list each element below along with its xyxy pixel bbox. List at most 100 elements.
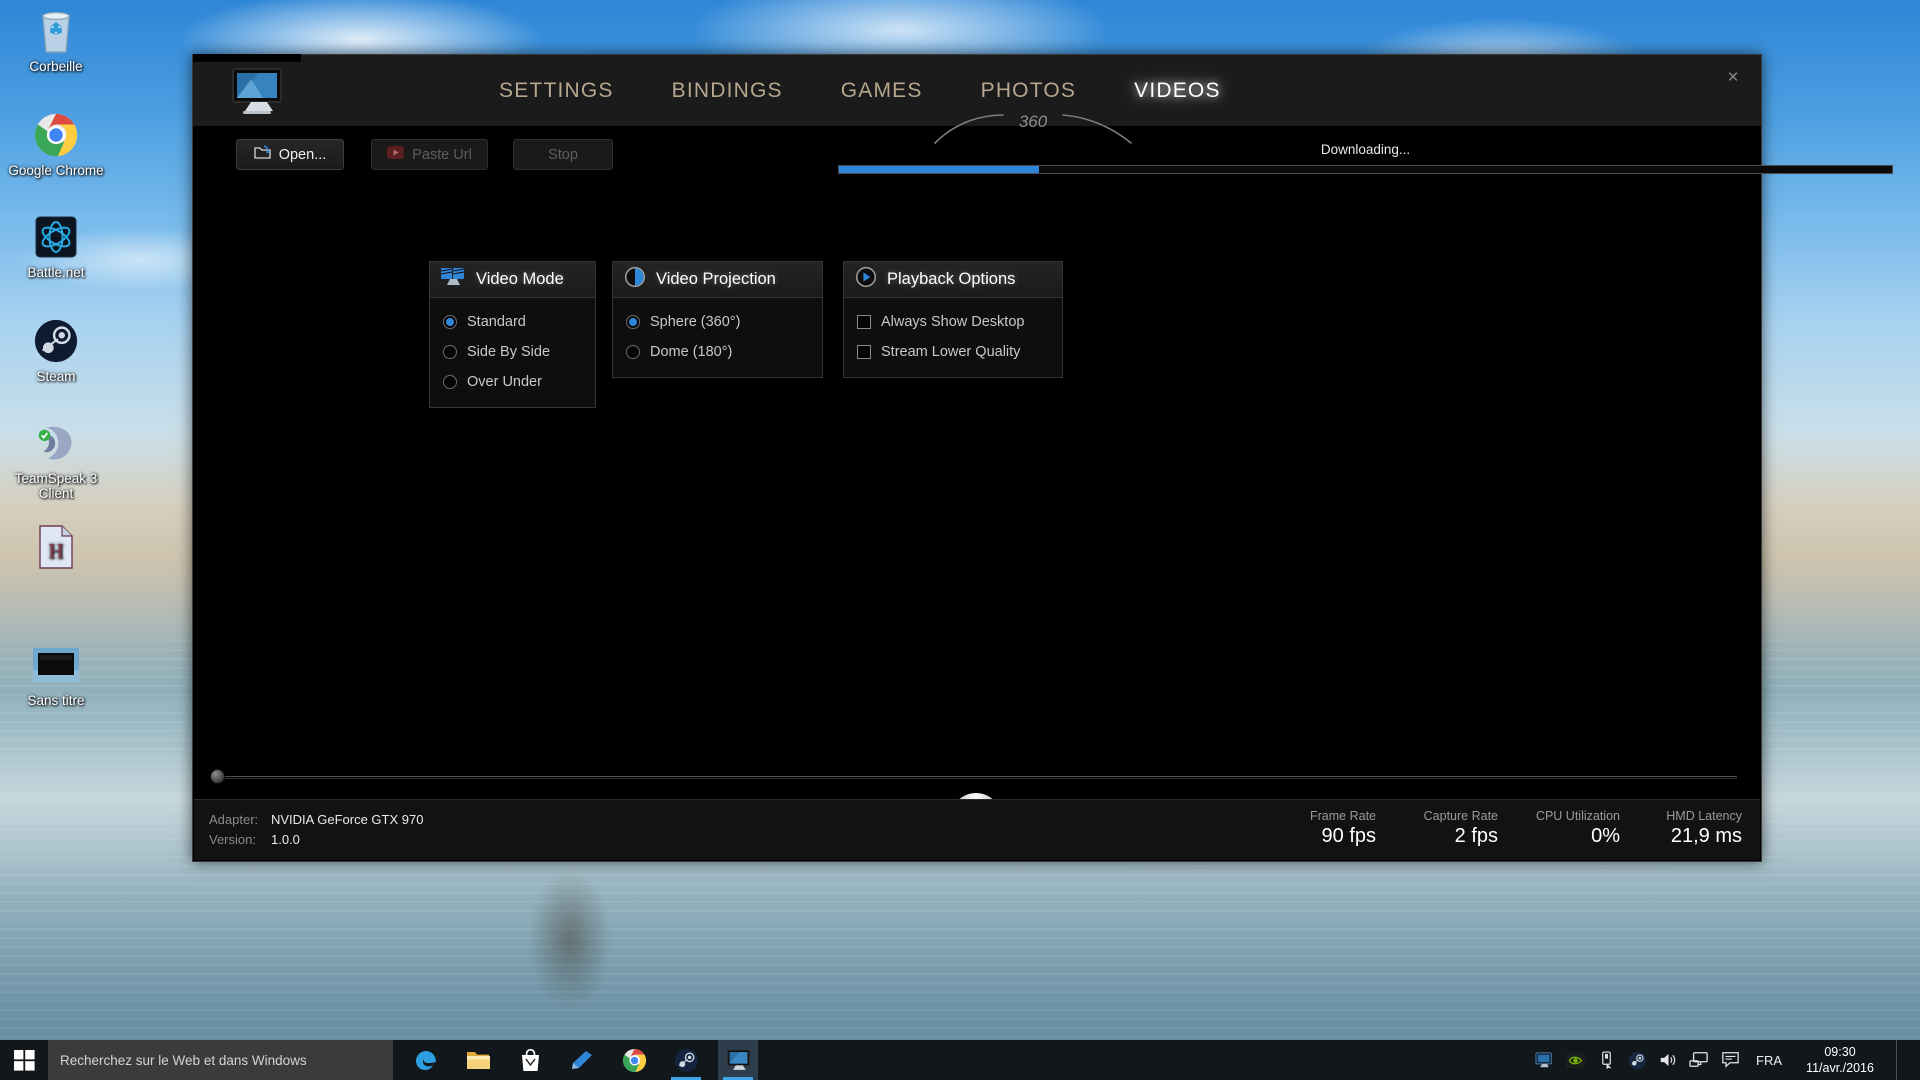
radio-icon — [443, 315, 457, 329]
windows-start-icon[interactable] — [0, 1040, 48, 1080]
seek-track[interactable] — [221, 776, 1737, 779]
search-input[interactable]: Recherchez sur le Web et dans Windows — [48, 1040, 393, 1080]
html-document-icon: H — [8, 522, 104, 572]
option-side-by-side[interactable]: Side By Side — [430, 337, 595, 367]
desktop-icon-steam[interactable]: Steam — [8, 316, 104, 384]
video-projection-title: Video Projection — [656, 270, 776, 288]
desktop-icon-recycle-bin[interactable]: Corbeille — [8, 6, 104, 74]
monitor-tray-icon[interactable] — [1533, 1049, 1555, 1071]
show-desktop-button[interactable] — [1896, 1040, 1912, 1080]
desktop-icon-html-document[interactable]: H — [8, 522, 104, 575]
close-icon[interactable]: × — [1719, 65, 1747, 91]
stat-label: CPU Utilization — [1535, 809, 1620, 823]
desktop-icon-label: Corbeille — [29, 59, 83, 74]
option-dome-180[interactable]: Dome (180°) — [613, 337, 822, 367]
network-icon[interactable] — [1688, 1049, 1710, 1071]
wallpaper-reflection — [480, 840, 660, 1040]
playback-options-list: Always Show Desktop Stream Lower Quality — [844, 298, 1062, 377]
playback-options-title: Playback Options — [887, 270, 1016, 288]
option-always-show-desktop[interactable]: Always Show Desktop — [844, 307, 1062, 337]
stat-cpu-utilization: CPU Utilization 0% — [1524, 809, 1620, 848]
desktop-icon-label: Battle.net — [27, 265, 85, 280]
battlenet-icon — [8, 212, 104, 262]
option-label: Always Show Desktop — [881, 314, 1025, 330]
volume-icon[interactable] — [1657, 1049, 1679, 1071]
nvidia-icon[interactable] — [1564, 1049, 1586, 1071]
stat-label: Frame Rate — [1310, 809, 1376, 823]
option-label: Standard — [467, 314, 526, 330]
language-indicator[interactable]: FRA — [1756, 1053, 1782, 1068]
download-progress: Downloading... — [838, 132, 1893, 180]
steam-icon — [8, 316, 104, 366]
taskbar-monitor-app-icon[interactable] — [718, 1040, 758, 1080]
stop-button-label: Stop — [548, 146, 578, 163]
adapter-label: Adapter: — [209, 812, 259, 827]
taskbar-chrome-icon[interactable] — [614, 1040, 654, 1080]
stat-label: HMD Latency — [1666, 809, 1742, 823]
clapperboard-monitor-icon — [440, 267, 466, 292]
system-tray: FRA 09:30 11/avr./2016 — [1533, 1040, 1920, 1080]
option-label: Sphere (360°) — [650, 314, 741, 330]
taskbar-edge-icon[interactable] — [406, 1040, 446, 1080]
clock-time: 09:30 — [1824, 1045, 1856, 1059]
recycle-bin-icon — [8, 6, 104, 56]
media-toolbar: Open... Paste Url Stop Downloading... — [193, 128, 1893, 182]
stop-button[interactable]: Stop — [513, 139, 613, 170]
tab-settings[interactable]: SETTINGS — [493, 75, 620, 107]
desktop-icon-sans-titre[interactable]: Sans titre — [8, 640, 104, 708]
teamspeak-icon — [8, 418, 104, 468]
desktop-icon-battlenet[interactable]: Battle.net — [8, 212, 104, 280]
taskbar-blue-app-icon[interactable] — [562, 1040, 602, 1080]
tab-photos[interactable]: PHOTOS — [975, 75, 1083, 107]
option-label: Over Under — [467, 374, 542, 390]
desktop-icon-label: TeamSpeak 3 Client — [14, 471, 98, 501]
version-value: 1.0.0 — [271, 832, 300, 847]
tab-bindings[interactable]: BINDINGS — [666, 75, 789, 107]
video-mode-header: Video Mode — [430, 262, 595, 298]
stat-value: 2 fps — [1454, 825, 1498, 847]
clock[interactable]: 09:30 11/avr./2016 — [1797, 1044, 1883, 1076]
radio-icon — [443, 345, 457, 359]
action-center-icon[interactable] — [1719, 1049, 1741, 1071]
status-bar: Adapter: NVIDIA GeForce GTX 970 Version: 1… — [194, 799, 1760, 860]
option-over-under[interactable]: Over Under — [430, 367, 595, 397]
desktop-icon-google-chrome[interactable]: Google Chrome — [8, 110, 104, 178]
progress-fill — [839, 166, 1040, 173]
radio-icon — [626, 315, 640, 329]
option-standard[interactable]: Standard — [430, 307, 595, 337]
desktop-icon-label: Sans titre — [27, 693, 85, 708]
open-button[interactable]: Open... — [236, 139, 344, 170]
download-status-text: Downloading... — [1320, 142, 1411, 157]
taskbar-steam-icon[interactable] — [666, 1040, 706, 1080]
video-projection-header: Video Projection — [613, 262, 822, 298]
main-tabs: SETTINGS BINDINGS GAMES PHOTOS VIDEOS — [493, 55, 1227, 127]
play-circle-icon — [855, 266, 877, 293]
adapter-info: Adapter: NVIDIA GeForce GTX 970 Version: 1… — [209, 810, 423, 850]
steam-tray-icon[interactable] — [1626, 1049, 1648, 1071]
seek-bar[interactable] — [193, 767, 1761, 787]
video-mode-panel: Video Mode Standard Side By Side Over Un… — [429, 261, 596, 408]
paste-url-button-label: Paste Url — [412, 146, 472, 163]
taskbar-file-explorer-icon[interactable] — [458, 1040, 498, 1080]
stat-hmd-latency: HMD Latency 21,9 ms — [1646, 809, 1742, 848]
search-placeholder: Recherchez sur le Web et dans Windows — [60, 1052, 307, 1068]
desktop-icon-teamspeak[interactable]: TeamSpeak 3 Client — [8, 418, 104, 501]
option-sphere-360[interactable]: Sphere (360°) — [613, 307, 822, 337]
desktop-icon-label: Steam — [36, 369, 76, 384]
vr-player-window: SETTINGS BINDINGS GAMES PHOTOS VIDEOS 36… — [192, 54, 1893, 862]
video-projection-panel: Video Projection Sphere (360°) Dome (180… — [612, 261, 823, 378]
clock-date: 11/avr./2016 — [1806, 1061, 1874, 1075]
paste-url-button[interactable]: Paste Url — [371, 139, 488, 170]
tab-videos[interactable]: VIDEOS — [1128, 75, 1227, 107]
option-label: Side By Side — [467, 344, 551, 360]
stat-capture-rate: Capture Rate 2 fps — [1402, 809, 1498, 848]
radio-icon — [626, 345, 640, 359]
adapter-value: NVIDIA GeForce GTX 970 — [271, 812, 424, 827]
windows-taskbar: Recherchez sur le Web et dans Windows FR… — [0, 1040, 1920, 1080]
taskbar-store-icon[interactable] — [510, 1040, 550, 1080]
usb-eject-icon[interactable] — [1595, 1049, 1617, 1071]
option-stream-lower-quality[interactable]: Stream Lower Quality — [844, 337, 1062, 367]
open-button-label: Open... — [278, 146, 327, 163]
tab-games[interactable]: GAMES — [835, 75, 929, 107]
seek-handle[interactable] — [210, 769, 225, 784]
